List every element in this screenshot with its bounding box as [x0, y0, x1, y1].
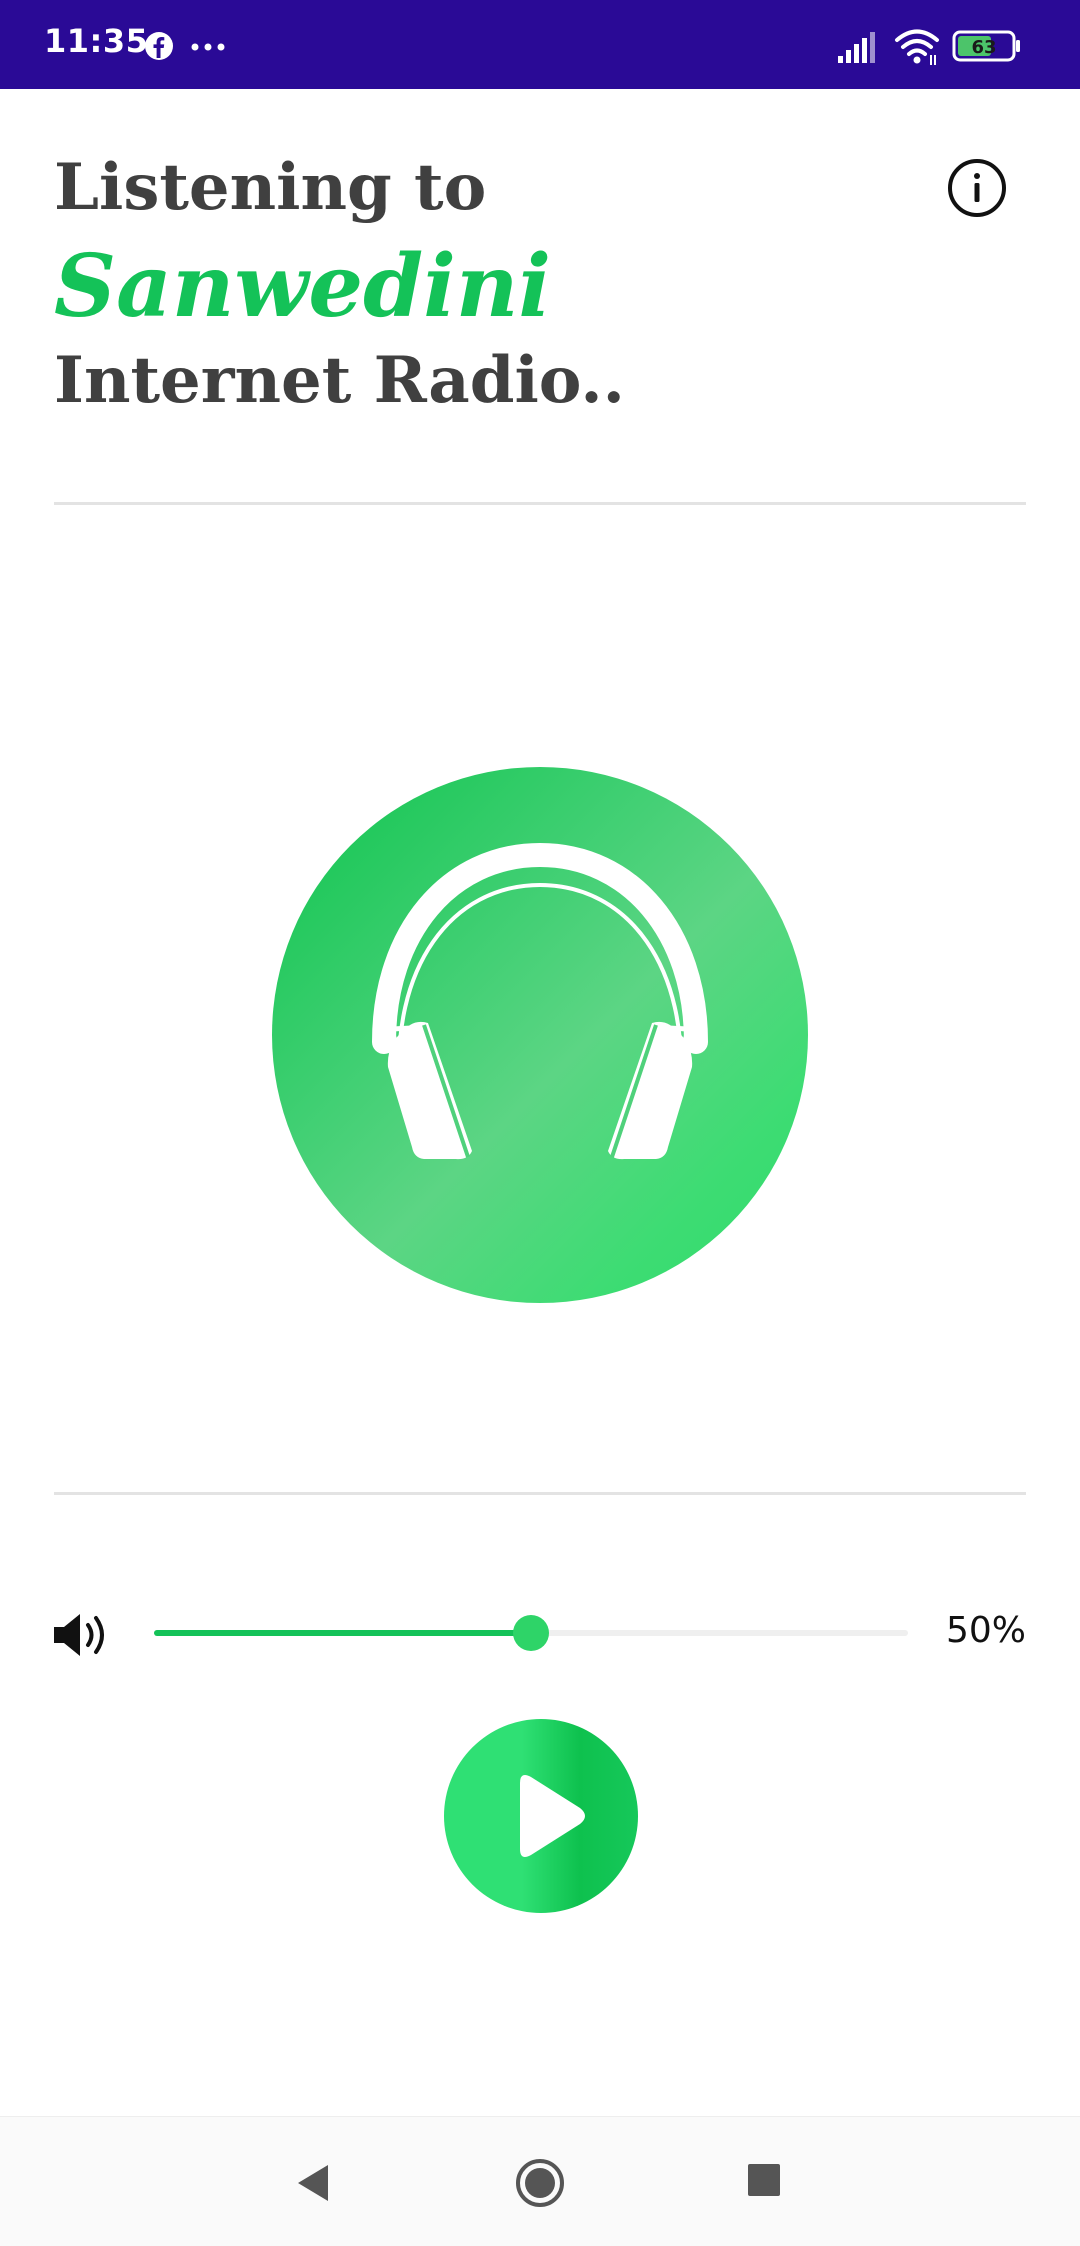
play-button[interactable] — [444, 1719, 638, 1913]
volume-percentage: 50% — [945, 1610, 1026, 1651]
navigation-bar — [0, 2116, 1080, 2246]
volume-slider-fill — [154, 1630, 531, 1636]
play-icon — [520, 1775, 585, 1857]
home-icon[interactable] — [514, 2157, 566, 2209]
signal-icon — [838, 32, 875, 63]
headphones-icon — [372, 842, 708, 1160]
back-icon[interactable] — [294, 2163, 330, 2203]
battery-icon: 63 — [952, 30, 1020, 62]
volume-slider-thumb[interactable] — [513, 1615, 549, 1651]
station-artwork — [272, 767, 808, 1303]
status-time: 11:35 — [44, 22, 149, 60]
divider-bottom — [54, 1492, 1026, 1495]
title-internet-radio: Internet Radio.. — [54, 343, 625, 418]
title-listening-to: Listening to — [54, 150, 487, 225]
station-name: Sanwedini — [54, 236, 552, 337]
volume-slider[interactable] — [154, 1615, 908, 1651]
status-bar: 11:35 63 — [0, 0, 1080, 89]
battery-level: 63 — [971, 37, 996, 58]
more-dots-icon — [191, 43, 225, 51]
info-icon[interactable] — [946, 157, 1008, 219]
divider-top — [54, 502, 1026, 505]
facebook-icon — [145, 32, 173, 60]
wifi-icon — [895, 29, 939, 65]
recents-icon[interactable] — [747, 2163, 781, 2197]
radio-player-screen: 11:35 63 Listening to Sanwedini Internet… — [0, 0, 1080, 2246]
volume-icon[interactable] — [52, 1610, 112, 1660]
